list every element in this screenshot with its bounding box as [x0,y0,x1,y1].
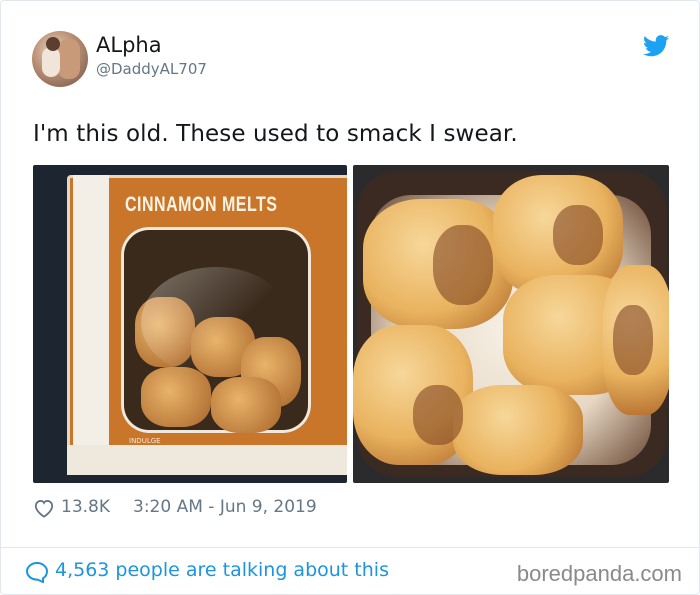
tweet-card: ALpha @DaddyAL707 I'm this old. These us… [0,0,700,595]
cinnamon-melts-box: CINNAMON MELTS INDULGE [67,175,347,475]
author-handle[interactable]: @DaddyAL707 [96,60,207,78]
tweet-header: ALpha @DaddyAL707 [32,31,669,89]
divider [1,547,700,548]
pastry [141,367,211,427]
speech-bubble-icon [25,561,49,583]
cinnamon-swirl [433,225,493,305]
box-side-panel [73,175,109,475]
box-window [121,227,311,433]
cinnamon-swirl [413,385,463,445]
avatar-figure [58,39,80,79]
twitter-bird-icon[interactable] [643,35,669,57]
box-small-text: INDULGE [129,437,161,445]
heart-icon[interactable] [33,498,55,518]
conversation-text[interactable]: 4,563 people are talking about this [55,559,389,581]
author-name[interactable]: ALpha [96,33,162,57]
cinnamon-swirl [553,205,603,265]
avatar[interactable] [32,31,88,87]
avatar-head [46,37,60,51]
cinnamon-swirl [613,305,653,375]
tweet-text: I'm this old. These used to smack I swea… [33,121,518,147]
roll [453,385,583,475]
photo-baked-rolls[interactable] [353,165,669,483]
box-bottom-panel [67,445,347,475]
watermark: boredpanda.com [516,561,682,586]
pastry [211,377,281,433]
avatar-baby [42,47,60,77]
plastic-shine [141,267,291,377]
photo-cinnamon-melts-box[interactable]: CINNAMON MELTS INDULGE [33,165,347,483]
box-label: CINNAMON MELTS [125,194,278,217]
tweet-timestamp[interactable]: 3:20 AM - Jun 9, 2019 [133,497,317,517]
like-count[interactable]: 13.8K [61,497,110,517]
